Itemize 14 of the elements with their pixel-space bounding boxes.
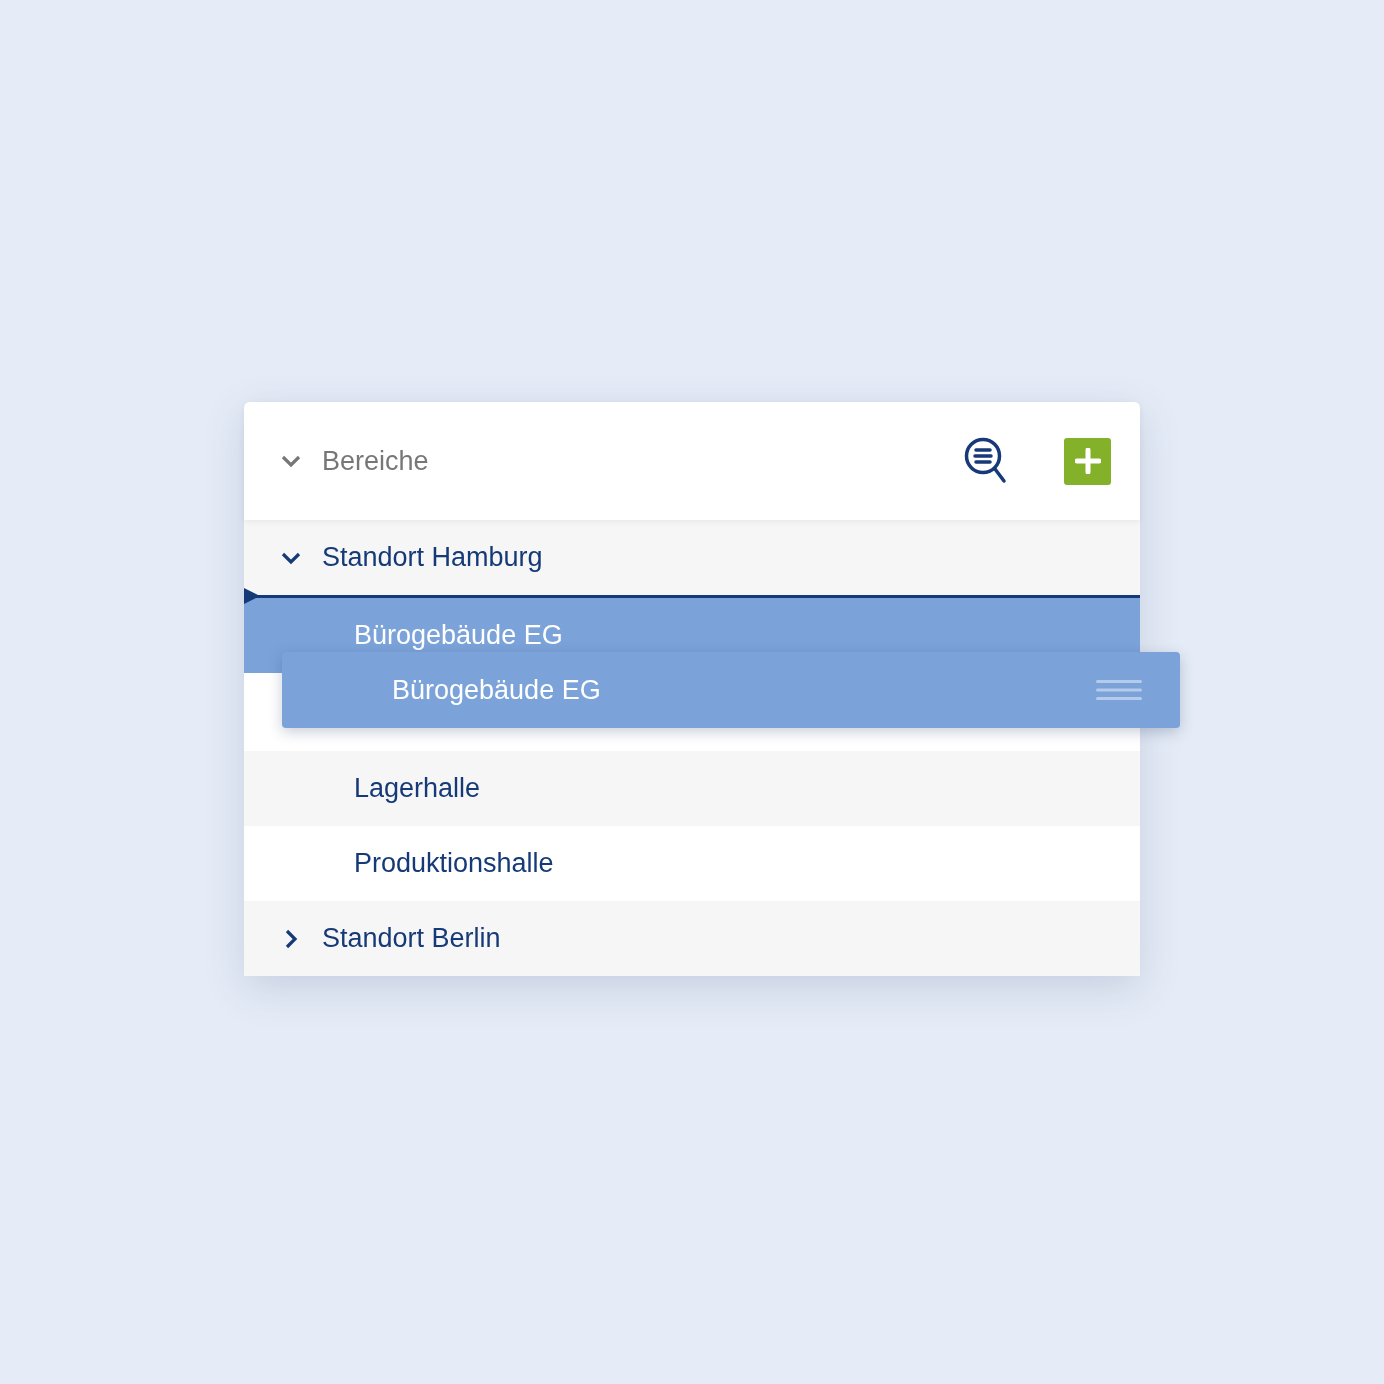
tree-row[interactable]: Produktionshalle [244,826,1140,901]
drag-handle-icon[interactable] [1096,679,1142,701]
tree-row[interactable]: Lagerhalle [244,751,1140,826]
header-title: Bereiche [322,444,430,478]
tree-row[interactable]: Standort Hamburg [244,520,1140,595]
row-label: Standort Hamburg [322,541,543,575]
row-label: Bürogebäude EG [392,673,602,707]
row-label: Bürogebäude EG [354,619,563,653]
search-icon[interactable] [964,437,1008,485]
row-label: Produktionshalle [354,847,554,881]
plus-icon [1074,448,1101,474]
tree-row[interactable]: Standort Berlin [244,901,1140,976]
row-label: Standort Berlin [322,922,501,956]
row-label: Lagerhalle [354,772,481,806]
